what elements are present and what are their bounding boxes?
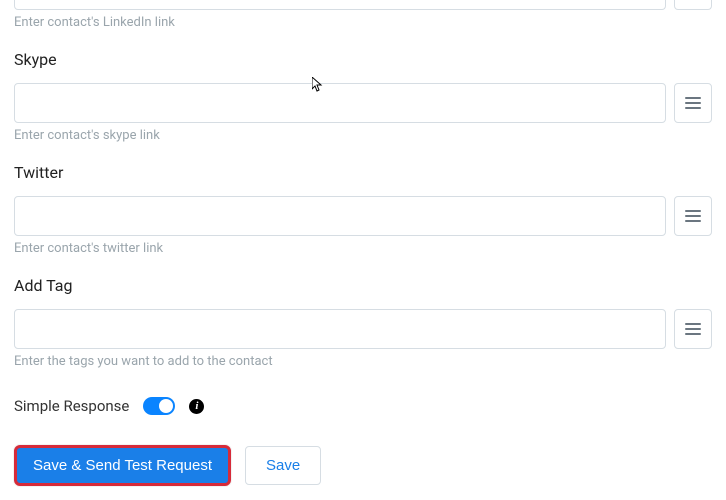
simple-response-row: Simple Response i (14, 397, 712, 415)
addtag-label: Add Tag (14, 276, 712, 295)
save-button[interactable]: Save (245, 446, 321, 485)
twitter-field-group: Twitter Enter contact's twitter link (14, 163, 712, 256)
skype-menu-button[interactable] (674, 83, 712, 123)
addtag-input[interactable] (14, 309, 666, 349)
simple-response-label: Simple Response (14, 397, 129, 415)
twitter-menu-button[interactable] (674, 196, 712, 236)
linkedin-menu-button-partial[interactable] (674, 0, 712, 10)
simple-response-toggle[interactable] (143, 397, 175, 415)
hamburger-icon (685, 210, 701, 222)
twitter-helper: Enter contact's twitter link (14, 241, 712, 256)
save-send-test-button[interactable]: Save & Send Test Request (14, 445, 231, 486)
linkedin-field-group: Enter contact's LinkedIn link (14, 0, 712, 30)
skype-field-group: Skype Enter contact's skype link (14, 50, 712, 143)
skype-input[interactable] (14, 83, 666, 123)
linkedin-helper: Enter contact's LinkedIn link (14, 15, 712, 30)
addtag-field-group: Add Tag Enter the tags you want to add t… (14, 276, 712, 369)
addtag-menu-button[interactable] (674, 309, 712, 349)
addtag-helper: Enter the tags you want to add to the co… (14, 354, 712, 369)
hamburger-icon (685, 323, 701, 335)
action-button-row: Save & Send Test Request Save (14, 445, 712, 486)
twitter-label: Twitter (14, 163, 712, 182)
skype-label: Skype (14, 50, 712, 69)
toggle-knob (159, 399, 173, 413)
hamburger-icon (685, 97, 701, 109)
twitter-input[interactable] (14, 196, 666, 236)
info-icon[interactable]: i (189, 399, 204, 414)
linkedin-input-partial[interactable] (14, 0, 666, 10)
skype-helper: Enter contact's skype link (14, 128, 712, 143)
